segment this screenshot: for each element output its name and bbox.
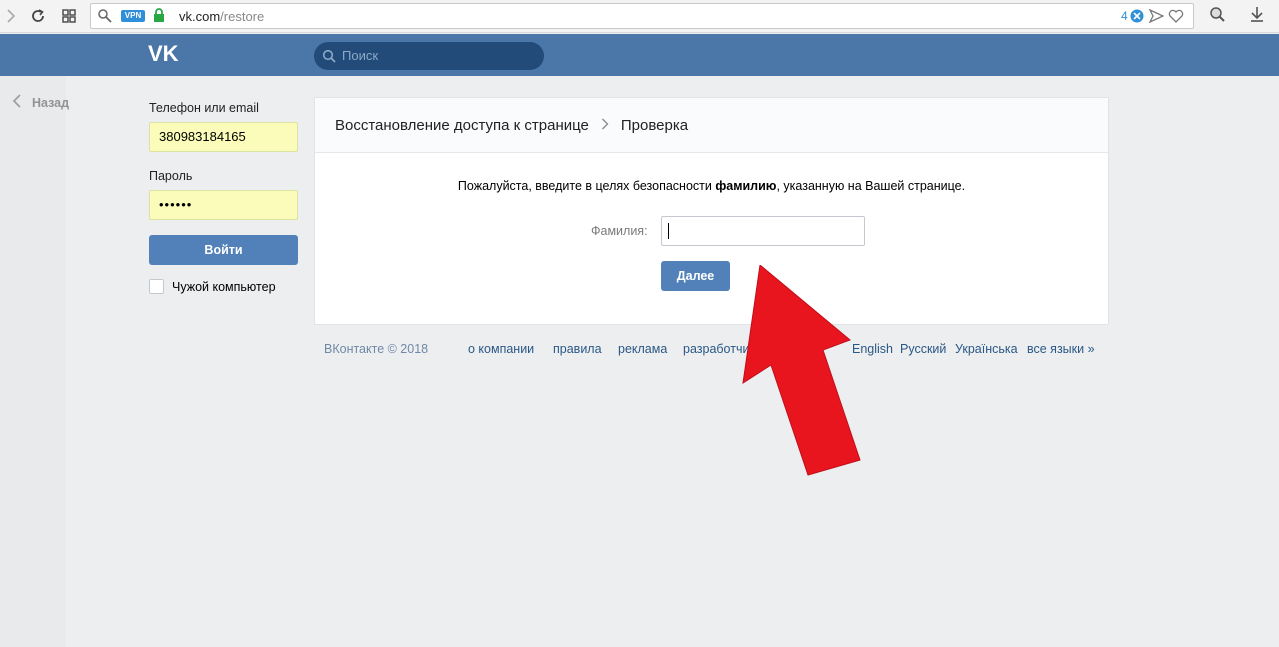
instruction-bold: фамилию <box>715 179 777 193</box>
breadcrumb-current: Проверка <box>620 116 689 134</box>
next-button[interactable]: Далее <box>661 261 730 291</box>
text-caret <box>668 223 669 239</box>
lock-icon[interactable] <box>153 8 165 26</box>
breadcrumb-restore[interactable]: Восстановление доступа к странице <box>335 117 589 134</box>
chevron-left-icon <box>12 94 22 111</box>
address-bar[interactable]: VPN vk.com/restore 4 <box>90 3 1194 29</box>
footer-link-about[interactable]: о компании <box>468 342 534 356</box>
extension-icon[interactable] <box>1208 5 1226 26</box>
search-input[interactable]: Поиск <box>314 42 544 70</box>
browser-toolbar: VPN vk.com/restore 4 <box>0 0 1279 33</box>
surname-input[interactable] <box>661 216 865 246</box>
phone-label: Телефон или email <box>149 101 259 115</box>
tabs-grid-icon[interactable] <box>58 5 80 27</box>
instruction-text: Пожалуйста, введите в целях безопасности… <box>457 179 966 193</box>
vk-logo-icon[interactable]: VK <box>148 41 182 67</box>
red-arrow-annotation <box>742 265 861 476</box>
block-icon[interactable] <box>1130 9 1144 26</box>
phone-field[interactable]: 380983184165 <box>149 122 298 152</box>
vpn-badge[interactable]: VPN <box>121 10 145 22</box>
left-side-area <box>0 76 66 647</box>
heart-icon[interactable] <box>1168 9 1184 26</box>
login-form: Телефон или email 380983184165 Пароль ••… <box>149 101 299 294</box>
login-button[interactable]: Войти <box>149 235 298 265</box>
breadcrumb: Восстановление доступа к странице Провер… <box>315 98 1108 153</box>
vk-header: VK Поиск <box>0 34 1279 76</box>
footer-link-russian[interactable]: Русский <box>900 342 946 356</box>
password-field[interactable]: •••••• <box>149 190 298 220</box>
site-info-icon[interactable] <box>97 8 113 27</box>
chevron-right-icon <box>601 117 609 133</box>
surname-label: Фамилия: <box>591 224 648 238</box>
footer-link-ukrainian[interactable]: Українська <box>955 342 1018 356</box>
foreign-pc-checkbox[interactable] <box>149 279 164 294</box>
back-label: Назад <box>32 95 70 110</box>
password-label: Пароль <box>149 169 193 183</box>
send-icon[interactable] <box>1148 8 1165 26</box>
footer-link-all-languages[interactable]: все языки » <box>1027 342 1095 356</box>
footer-link-ads[interactable]: реклама <box>618 342 667 356</box>
search-icon <box>322 49 336 66</box>
footer-copyright: ВКонтакте © 2018 <box>324 342 429 356</box>
forward-icon[interactable] <box>0 5 22 27</box>
foreign-pc-checkbox-row[interactable]: Чужой компьютер <box>149 279 299 294</box>
svg-text:VK: VK <box>148 42 179 64</box>
footer-link-rules[interactable]: правила <box>553 342 602 356</box>
reload-icon[interactable] <box>27 5 49 27</box>
back-link[interactable]: Назад <box>12 94 69 111</box>
download-icon[interactable] <box>1249 5 1265 26</box>
url-text[interactable]: vk.com/restore <box>179 9 264 24</box>
restore-card: Восстановление доступа к странице Провер… <box>314 97 1109 325</box>
foreign-pc-label: Чужой компьютер <box>172 279 276 294</box>
tab-count-badge[interactable]: 4 <box>1121 9 1128 23</box>
search-placeholder: Поиск <box>342 48 379 63</box>
